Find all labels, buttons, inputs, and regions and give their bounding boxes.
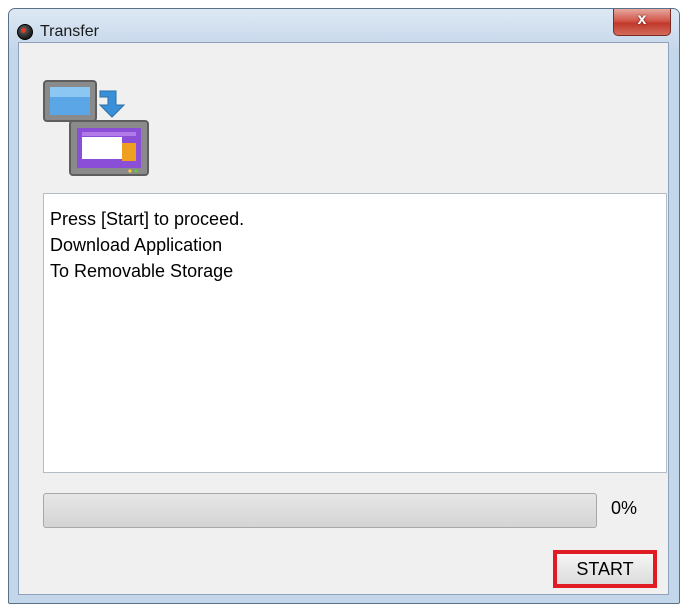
dialog-content: Press [Start] to proceed. Download Appli… bbox=[18, 42, 669, 595]
message-line: To Removable Storage bbox=[50, 261, 234, 281]
transfer-to-device-icon bbox=[43, 80, 149, 176]
app-logo-icon bbox=[17, 24, 33, 40]
message-line: Press [Start] to proceed. bbox=[50, 209, 245, 229]
start-button-label: START bbox=[557, 554, 653, 584]
progress-bar bbox=[43, 493, 597, 528]
message-area: Press [Start] to proceed. Download Appli… bbox=[43, 193, 667, 473]
transfer-window: Transfer x Press [Start] to proceed. Dow… bbox=[8, 8, 680, 604]
message-line: Download Application bbox=[50, 235, 223, 255]
close-button[interactable]: x bbox=[613, 9, 671, 36]
window-title: Transfer bbox=[40, 23, 99, 40]
start-button[interactable]: START bbox=[553, 550, 657, 588]
close-icon: x bbox=[637, 11, 647, 28]
progress-percent: 0% bbox=[611, 498, 638, 518]
